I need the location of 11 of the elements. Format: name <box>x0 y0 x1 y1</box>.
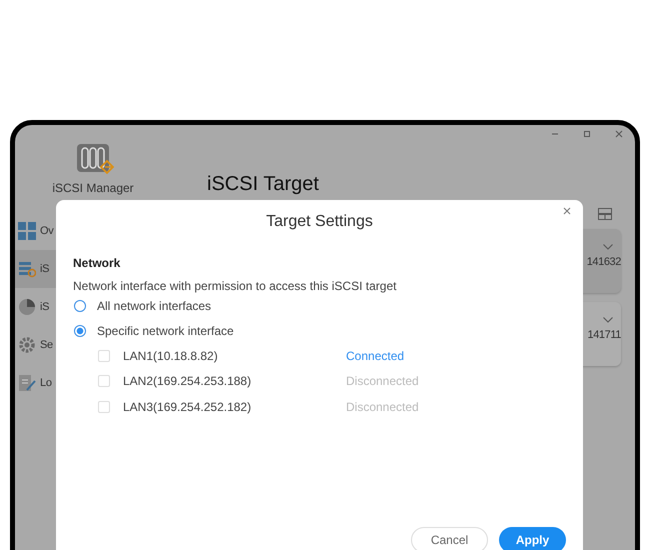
description-text: Network interface with permission to access this iSCSI target <box>73 279 398 293</box>
status-text: Disconnected <box>346 374 419 388</box>
page-title: iSCSI Target <box>207 173 319 197</box>
interface-label: LAN1(10.18.8.82) <box>123 348 219 363</box>
status-text: Connected <box>346 348 404 363</box>
status-text: Disconnected <box>346 400 419 414</box>
interface-label: LAN3(169.254.252.182) <box>123 400 252 414</box>
section-heading: Network <box>73 256 122 270</box>
interface-label: LAN2(169.254.253.188) <box>123 374 252 388</box>
dialog-title: Target Settings <box>265 213 374 231</box>
app-name: iSCSI Manager <box>52 181 134 195</box>
